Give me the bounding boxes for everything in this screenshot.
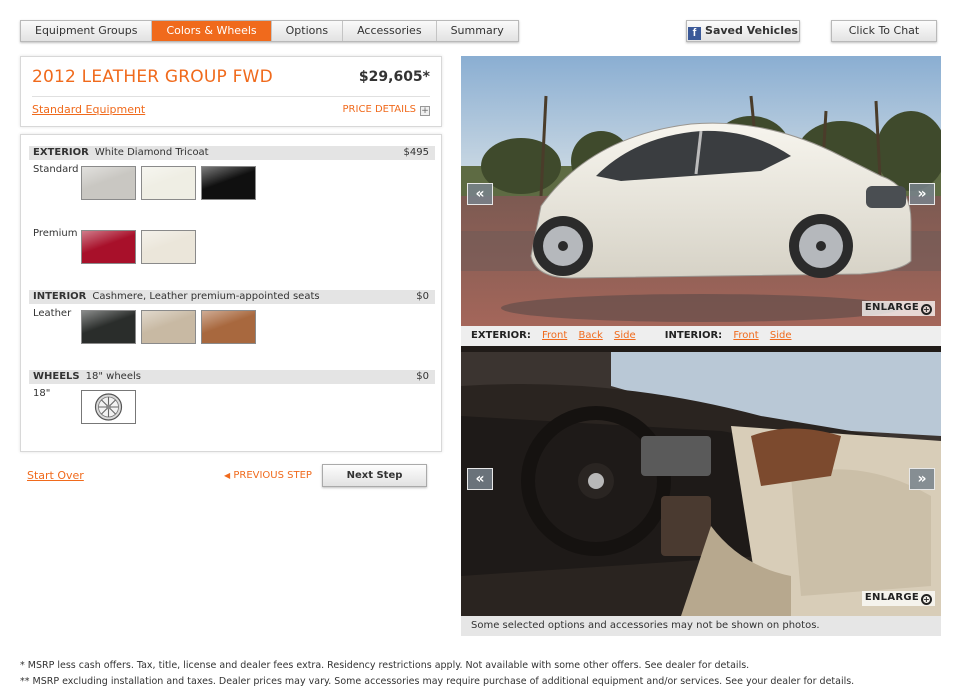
tab-summary[interactable]: Summary [437, 21, 518, 41]
exterior-photo: « » ENLARGE + [461, 56, 941, 326]
next-image-arrow[interactable]: » [909, 183, 935, 205]
start-over-link[interactable]: Start Over [27, 469, 84, 482]
divider [32, 96, 430, 97]
saved-vehicles-button[interactable]: f Saved Vehicles [686, 20, 800, 42]
click-to-chat-button[interactable]: Click To Chat [831, 20, 937, 42]
exterior-view-label: EXTERIOR: [471, 330, 531, 341]
interior-car-image [461, 346, 941, 616]
exterior-view-front[interactable]: Front [542, 330, 567, 341]
magnify-plus-icon: + [921, 594, 932, 605]
enlarge-exterior-button[interactable]: ENLARGE + [861, 301, 935, 316]
interior-selected: Cashmere, Leather premium-appointed seat… [92, 291, 320, 302]
exterior-view-back[interactable]: Back [579, 330, 603, 341]
facebook-icon: f [688, 27, 702, 40]
interior-photo: « » ENLARGE + [461, 346, 941, 616]
previous-step-link[interactable]: ◀ PREVIOUS STEP [224, 470, 312, 481]
exterior-selected: White Diamond Tricoat [94, 147, 209, 158]
swatch-interior-2[interactable] [141, 310, 196, 344]
exterior-standard-label: Standard [33, 164, 79, 175]
swatch-exterior-standard-2[interactable] [141, 166, 196, 200]
color-options-panel: EXTERIOR White Diamond Tricoat $495 Stand… [20, 134, 442, 452]
swatch-wheel-18[interactable] [81, 390, 136, 424]
wheel-icon [94, 393, 123, 421]
interior-view-label: INTERIOR: [664, 330, 723, 341]
footnote-accessories: ** MSRP excluding installation and taxes… [20, 676, 855, 687]
swatch-interior-1[interactable] [81, 310, 136, 344]
exterior-label: EXTERIOR [33, 147, 89, 158]
saved-vehicles-label: Saved Vehicles [705, 24, 798, 37]
exterior-premium-label: Premium [33, 228, 78, 239]
triangle-left-icon: ◀ [224, 471, 231, 480]
previous-interior-image-arrow[interactable]: « [467, 468, 493, 490]
swatch-exterior-premium-2[interactable] [141, 230, 196, 264]
price-details-label: PRICE DETAILS [342, 104, 416, 115]
enlarge-label: ENLARGE [864, 302, 919, 313]
next-interior-image-arrow[interactable]: » [909, 468, 935, 490]
exterior-price: $495 [403, 147, 429, 158]
model-title: 2012 LEATHER GROUP FWD [32, 67, 273, 87]
enlarge-interior-button[interactable]: ENLARGE + [861, 591, 935, 606]
swatch-exterior-standard-3[interactable] [201, 166, 256, 200]
wheels-selected: 18" wheels [85, 371, 141, 382]
interior-leather-label: Leather [33, 308, 72, 319]
exterior-view-side[interactable]: Side [614, 330, 636, 341]
model-summary-panel: 2012 LEATHER GROUP FWD $29,605* Standard… [20, 56, 442, 127]
previous-image-arrow[interactable]: « [467, 183, 493, 205]
interior-label: INTERIOR [33, 291, 87, 302]
exterior-car-image [461, 56, 941, 326]
wheels-label: WHEELS [33, 371, 80, 382]
interior-view-side[interactable]: Side [770, 330, 792, 341]
expand-icon: + [420, 106, 430, 116]
wheels-price: $0 [416, 371, 429, 382]
interior-header: INTERIOR Cashmere, Leather premium-appoin… [29, 290, 435, 304]
step-tabs: Equipment Groups Colors & Wheels Options… [20, 20, 519, 42]
photo-disclaimer: Some selected options and accessories ma… [461, 616, 941, 636]
tab-colors-wheels[interactable]: Colors & Wheels [152, 21, 272, 41]
standard-equipment-link[interactable]: Standard Equipment [32, 103, 145, 116]
interior-view-front[interactable]: Front [733, 330, 758, 341]
next-step-button[interactable]: Next Step [322, 464, 427, 487]
footnote-msrp: * MSRP less cash offers. Tax, title, lic… [20, 660, 750, 671]
enlarge-label: ENLARGE [864, 592, 919, 603]
wheels-size-label: 18" [33, 388, 51, 399]
interior-price: $0 [416, 291, 429, 302]
wheels-header: WHEELS 18" wheels $0 [29, 370, 435, 384]
view-selector-bar: EXTERIOR: Front Back Side INTERIOR: Fron… [461, 326, 941, 346]
tab-options[interactable]: Options [272, 21, 344, 41]
model-price: $29,605* [358, 69, 430, 85]
price-details-toggle[interactable]: PRICE DETAILS + [343, 104, 430, 116]
magnify-plus-icon: + [921, 304, 932, 315]
tab-accessories[interactable]: Accessories [343, 21, 437, 41]
swatch-exterior-standard-1[interactable] [81, 166, 136, 200]
swatch-exterior-premium-1[interactable] [81, 230, 136, 264]
tab-equipment-groups[interactable]: Equipment Groups [21, 21, 153, 41]
swatch-interior-3[interactable] [201, 310, 256, 344]
previous-step-label: PREVIOUS STEP [233, 470, 312, 481]
exterior-header: EXTERIOR White Diamond Tricoat $495 [29, 146, 435, 160]
